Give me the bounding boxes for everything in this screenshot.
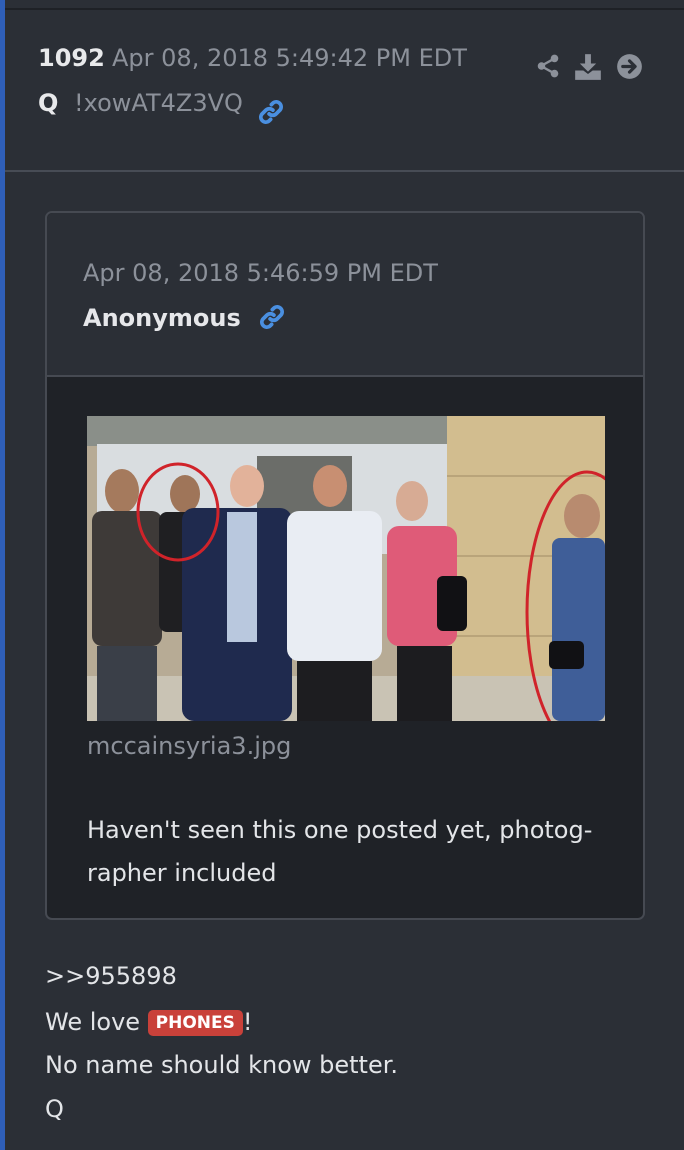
arrow-right-circle-icon[interactable] <box>616 53 643 80</box>
body-text-suffix: ! <box>242 1008 253 1036</box>
post-tripcode: !xowAT4Z3VQ <box>74 89 243 117</box>
top-divider <box>5 8 684 10</box>
quoted-text-line: rapher included <box>87 859 277 887</box>
quoted-post-author: Anonymous <box>83 304 241 332</box>
signature: Q <box>45 1095 64 1123</box>
share-icon[interactable] <box>535 53 561 79</box>
quoted-post-date: Apr 08, 2018 5:46:59 PM EDT <box>83 259 438 287</box>
header-divider <box>5 170 684 172</box>
reply-reference[interactable]: >>955898 <box>45 962 177 990</box>
post-author: Q <box>38 89 59 117</box>
image-filename[interactable]: mccainsyria3.jpg <box>87 732 291 760</box>
body-line: No name should know better. <box>45 1051 399 1079</box>
body-line: We love PHONES! <box>45 1008 253 1036</box>
post-number[interactable]: 1092 <box>38 44 105 72</box>
download-icon[interactable] <box>574 53 602 81</box>
quoted-post-header: Apr 08, 2018 5:46:59 PM EDT Anonymous <box>47 213 643 377</box>
quoted-post-text: Haven't seen this one posted yet, photog… <box>87 809 607 895</box>
quoted-text-line: Haven't seen this one posted yet, photog… <box>87 816 593 844</box>
body-text-prefix: We love <box>45 1008 148 1036</box>
link-icon[interactable] <box>257 302 287 332</box>
post-image[interactable] <box>87 416 605 721</box>
post-accent-bar <box>0 0 5 1150</box>
phones-badge: PHONES <box>147 1010 243 1036</box>
post-date: Apr 08, 2018 5:49:42 PM EDT <box>112 44 467 72</box>
quoted-post: Apr 08, 2018 5:46:59 PM EDT Anonymous mc… <box>45 211 645 920</box>
link-icon[interactable] <box>256 97 286 127</box>
